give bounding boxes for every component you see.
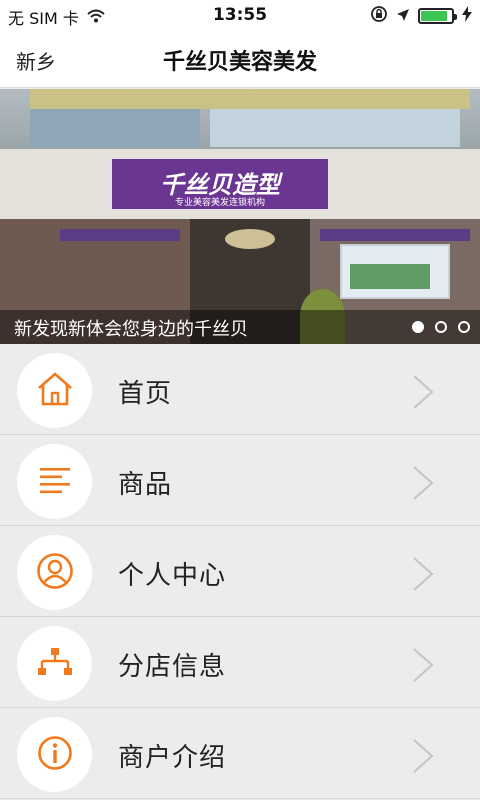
menu-label: 商品 xyxy=(118,470,173,500)
home-icon xyxy=(36,371,74,411)
menu-icon-circle xyxy=(17,444,92,519)
banner-photo-light xyxy=(225,229,275,249)
carousel-dot[interactable] xyxy=(458,321,470,333)
navbar: 新乡 千丝贝美容美发 xyxy=(0,30,480,88)
carousel-dots xyxy=(412,321,470,333)
status-bar: 无 SIM 卡 13:55 xyxy=(0,0,480,30)
user-icon xyxy=(36,552,74,594)
menu-item-home[interactable]: 首页 xyxy=(0,344,480,435)
chevron-right-icon xyxy=(412,374,434,414)
chevron-right-icon xyxy=(412,738,434,778)
main-menu: 首页 商品 个人中心 分店信息 商户介绍 xyxy=(0,344,480,799)
banner-photo-upper-sign xyxy=(30,89,470,109)
menu-label: 首页 xyxy=(118,379,173,409)
battery-level xyxy=(421,11,447,21)
carousel-dot[interactable] xyxy=(435,321,447,333)
page-title: 千丝贝美容美发 xyxy=(162,50,317,75)
menu-item-about[interactable]: 商户介绍 xyxy=(0,708,480,799)
info-icon xyxy=(37,735,73,775)
menu-item-products[interactable]: 商品 xyxy=(0,435,480,526)
chevron-right-icon xyxy=(412,465,434,505)
charging-bolt-icon xyxy=(462,6,472,26)
menu-label: 个人中心 xyxy=(118,561,227,591)
banner-caption-bar: 新发现新体会您身边的千丝贝 xyxy=(0,310,480,344)
menu-icon-circle xyxy=(17,626,92,701)
store-sign: 千丝贝造型 专业美容美发连锁机构 xyxy=(110,157,330,211)
menu-item-profile[interactable]: 个人中心 xyxy=(0,526,480,617)
branches-icon xyxy=(37,647,73,681)
carousel-dot[interactable] xyxy=(412,321,424,333)
list-icon xyxy=(38,466,72,498)
banner-photo-window xyxy=(210,109,460,147)
menu-icon-circle xyxy=(17,535,92,610)
menu-icon-circle xyxy=(17,717,92,792)
rotation-lock-icon xyxy=(370,5,388,27)
menu-label: 商户介绍 xyxy=(118,743,227,773)
menu-label: 分店信息 xyxy=(118,652,227,682)
banner-carousel[interactable]: 千丝贝造型 专业美容美发连锁机构 新发现新体会您身边的千丝贝 xyxy=(0,89,480,344)
banner-photo-window xyxy=(30,109,200,147)
banner-photo-curtain xyxy=(320,229,470,241)
menu-item-branches[interactable]: 分店信息 xyxy=(0,617,480,708)
menu-icon-circle xyxy=(17,353,92,428)
location-arrow-icon xyxy=(396,7,410,26)
banner-caption: 新发现新体会您身边的千丝贝 xyxy=(14,319,248,340)
status-right xyxy=(370,5,472,27)
chevron-right-icon xyxy=(412,556,434,596)
chevron-right-icon xyxy=(412,647,434,687)
banner-photo-curtain xyxy=(60,229,180,241)
banner-photo-poster-image xyxy=(350,264,430,289)
battery-icon xyxy=(418,8,457,24)
store-sign-subtext: 专业美容美发连锁机构 xyxy=(174,198,265,208)
